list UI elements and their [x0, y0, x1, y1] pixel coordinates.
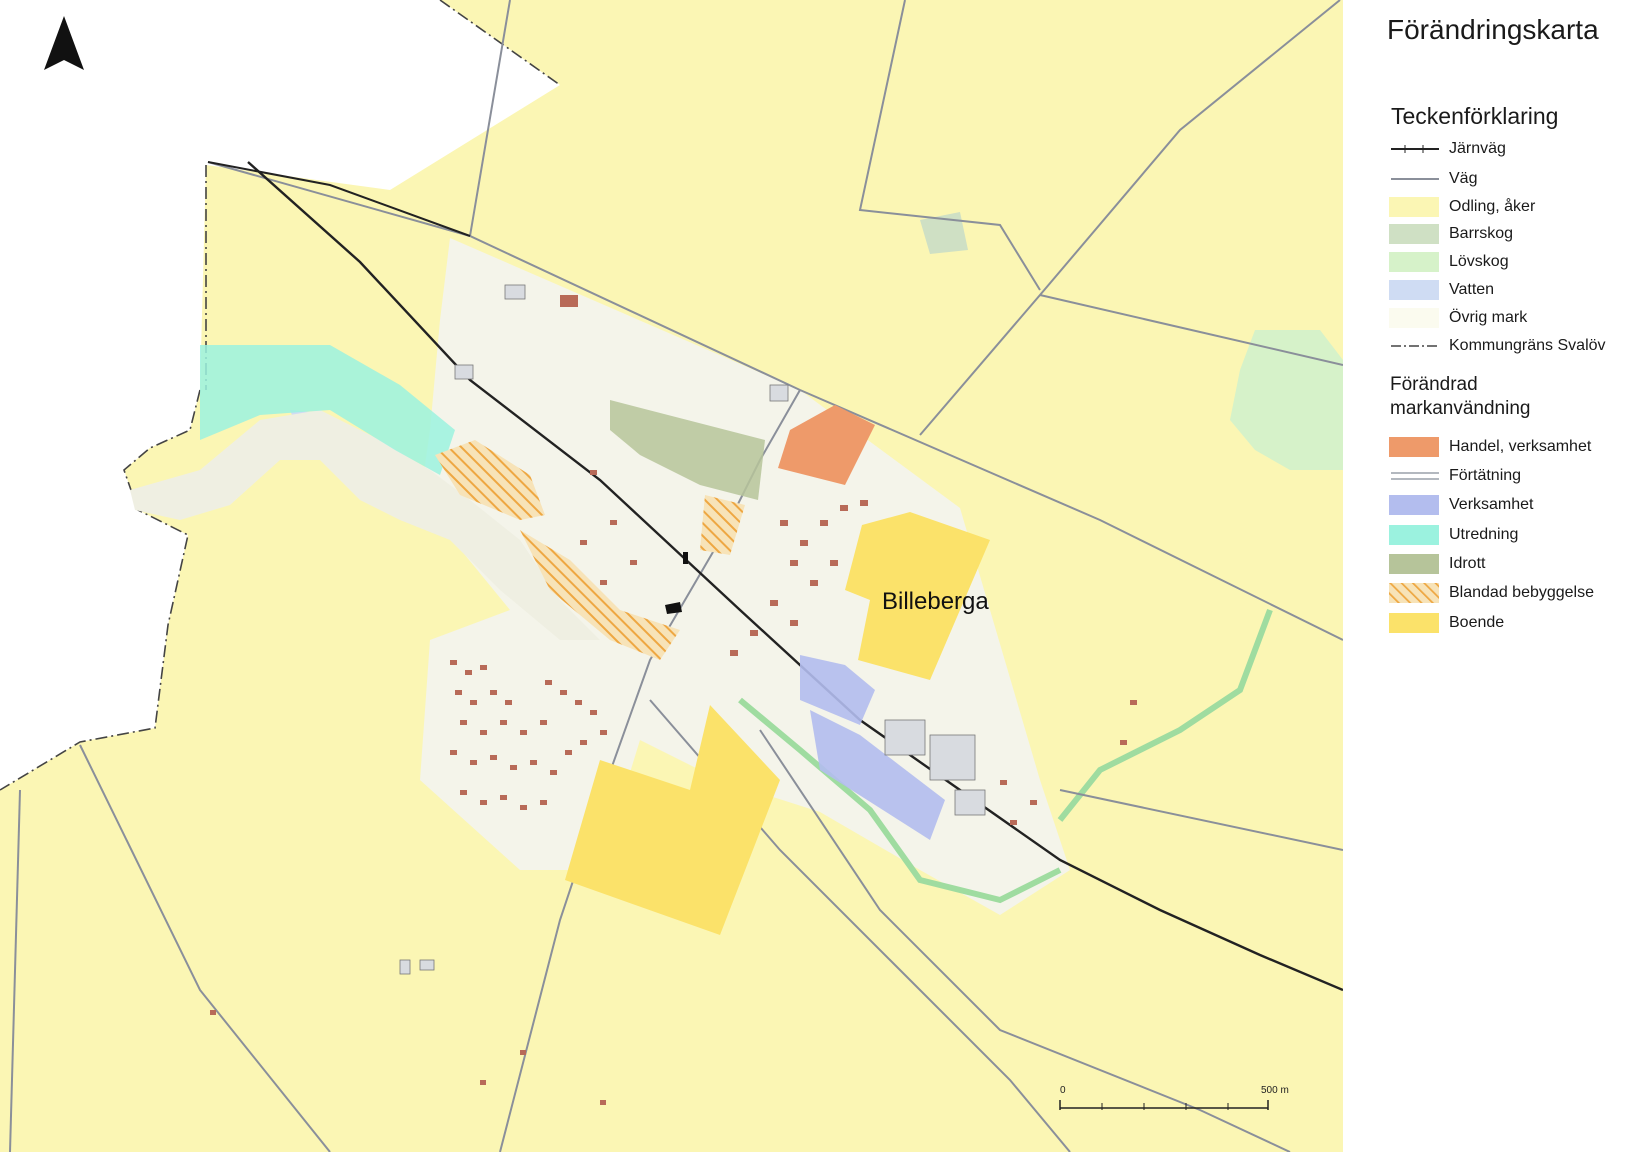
legend-item-coniferous: Barrskog: [1389, 223, 1513, 245]
legend-label: Väg: [1449, 170, 1478, 187]
legend-label: Lövskog: [1449, 253, 1509, 270]
legend-item-road: Väg: [1389, 168, 1477, 190]
scale-start-label: 0: [1060, 1085, 1066, 1096]
legend-item-other-land: Övrig mark: [1389, 307, 1527, 329]
legend-label: Odling, åker: [1449, 198, 1536, 215]
legend-panel: Förändringskarta Teckenförklaring Järnvä…: [1343, 0, 1647, 1152]
legend-item-mixed: Blandad bebyggelse: [1389, 582, 1594, 604]
legend-label: Idrott: [1449, 555, 1486, 572]
map-title: Förändringskarta: [1387, 14, 1599, 45]
road-symbol-icon: [1391, 178, 1439, 180]
legend-label: Barrskog: [1449, 225, 1514, 242]
legend-label: Förtätning: [1449, 467, 1522, 484]
legend-label: Blandad bebyggelse: [1449, 584, 1595, 601]
legend-label: Vatten: [1449, 281, 1495, 298]
legend-label: Verksamhet: [1449, 496, 1534, 513]
legend-item-densification: Förtätning: [1389, 465, 1521, 487]
legend-item-investigation: Utredning: [1389, 524, 1518, 546]
map-canvas[interactable]: [0, 0, 1343, 1152]
north-arrow-icon: [44, 16, 84, 70]
legend-item-cultivated: Odling, åker: [1389, 196, 1535, 218]
densification-symbol-icon: [1391, 472, 1439, 480]
scale-bar: [1059, 1100, 1269, 1110]
boundary-symbol-icon: [1391, 345, 1439, 347]
hatch-symbol-icon: [1389, 583, 1439, 603]
legend-item-business: Verksamhet: [1389, 494, 1533, 516]
place-label: Billeberga: [882, 588, 989, 615]
legend-item-deciduous: Lövskog: [1389, 251, 1509, 273]
legend-label: Boende: [1449, 614, 1505, 631]
legend-item-housing: Boende: [1389, 612, 1504, 634]
legend-label: Utredning: [1449, 526, 1519, 543]
legend-item-water: Vatten: [1389, 279, 1494, 301]
legend-label: Järnväg: [1449, 140, 1506, 157]
scale-end-label: 500 m: [1261, 1085, 1289, 1096]
legend-label: Handel, verksamhet: [1449, 438, 1592, 455]
legend-item-boundary: Kommungräns Svalöv: [1389, 335, 1606, 357]
legend-label: Övrig mark: [1449, 309, 1528, 326]
legend-label: Kommungräns Svalöv: [1449, 337, 1606, 354]
railway-symbol-icon: [1391, 145, 1439, 153]
legend-item-commerce: Handel, verksamhet: [1389, 436, 1591, 458]
legend-item-railway: Järnväg: [1389, 138, 1506, 160]
legend-heading: Teckenförklaring: [1391, 103, 1559, 129]
changed-land-use-heading: Förändrad markanvändning: [1390, 374, 1531, 419]
station-marker: [683, 552, 688, 564]
legend-item-sports: Idrott: [1389, 553, 1485, 575]
